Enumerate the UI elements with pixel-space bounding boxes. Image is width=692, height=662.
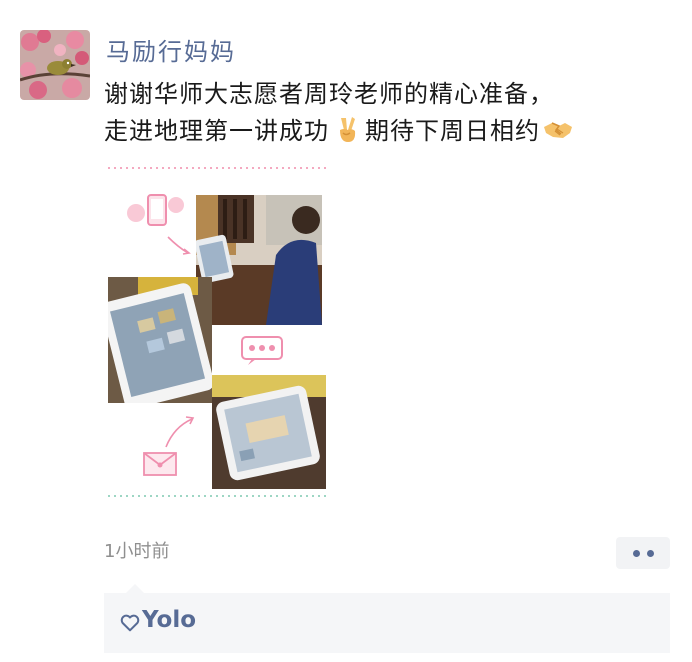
phone-sticker: [108, 175, 196, 265]
liker-name[interactable]: Yolo: [142, 607, 196, 633]
more-dot-right: [646, 549, 654, 557]
likes-panel: Yolo: [104, 584, 670, 653]
post-image-collage[interactable]: [104, 163, 330, 501]
post-text-line-2-part-2: 期待下周日相约: [365, 117, 540, 145]
post-text-line-2-part-1: 走进地理第一讲成功: [104, 117, 329, 145]
post-text-line-2: 走进地理第一讲成功 期待下周日相约: [104, 113, 674, 150]
photo-tablet-closeup: [108, 277, 212, 403]
collage-top-dotted-border: [108, 167, 330, 169]
author-avatar[interactable]: [20, 30, 90, 100]
collage-bottom-dotted-border: [108, 495, 330, 497]
more-options-button[interactable]: [616, 537, 670, 569]
post-text: 谢谢华师大志愿者周玲老师的精心准备， 走进地理第一讲成功 期待下周日相约: [104, 76, 674, 150]
envelope-sticker: [108, 403, 212, 489]
moments-post: 马励行妈妈 谢谢华师大志愿者周玲老师的精心准备， 走进地理第一讲成功 期待下周日…: [0, 0, 692, 662]
plum-blossom-avatar-image: [20, 30, 90, 100]
photo-boy-with-tablet: [196, 195, 322, 325]
photo-tablet-on-desk: [212, 375, 326, 489]
more-dot-left: [632, 549, 640, 557]
post-timestamp: 1小时前: [104, 541, 170, 562]
author-name[interactable]: 马励行妈妈: [106, 32, 236, 67]
handshake-icon: [544, 122, 572, 138]
post-text-line-1: 谢谢华师大志愿者周玲老师的精心准备，: [104, 80, 554, 108]
hearts-message-sticker: [212, 325, 322, 375]
victory-hand-icon: [340, 117, 356, 142]
heart-outline-icon: [120, 614, 140, 632]
